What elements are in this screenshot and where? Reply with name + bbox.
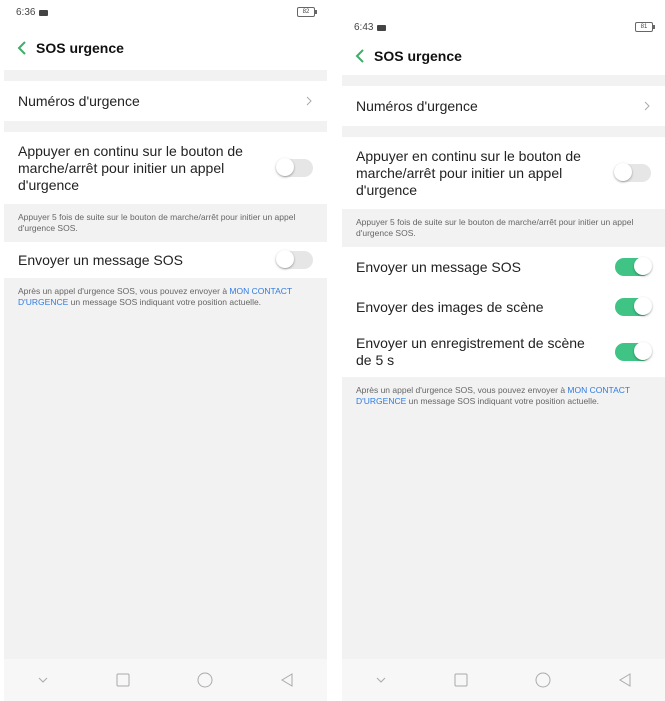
- scene-images-label: Envoyer des images de scène: [356, 298, 544, 315]
- triangle-back-icon[interactable]: [617, 672, 633, 688]
- footer-note-post: un message SOS indiquant votre position …: [68, 297, 262, 307]
- circle-icon[interactable]: [534, 671, 552, 689]
- emergency-numbers-row[interactable]: Numéros d'urgence: [342, 86, 665, 126]
- power-press-toggle[interactable]: [614, 163, 651, 182]
- scene-recording-row[interactable]: Envoyer un enregistrement de scène de 5 …: [342, 327, 665, 377]
- power-press-note: Appuyer 5 fois de suite sur le bouton de…: [356, 217, 634, 238]
- battery-icon: 81: [635, 22, 655, 32]
- toggle-knob: [634, 297, 652, 315]
- battery-icon: 82: [297, 7, 317, 17]
- power-press-toggle[interactable]: [276, 158, 313, 177]
- toggle-knob: [634, 342, 652, 360]
- navigation-bar: [342, 659, 665, 701]
- title-row: SOS urgence: [354, 48, 462, 64]
- square-icon[interactable]: [115, 672, 131, 688]
- emergency-numbers-label: Numéros d'urgence: [356, 97, 478, 114]
- back-arrow-icon[interactable]: [354, 48, 366, 64]
- sos-message-label: Envoyer un message SOS: [356, 258, 521, 275]
- footer-note-post: un message SOS indiquant votre position …: [406, 396, 600, 406]
- left-screen: 6:36 82 SOS urgence Numéros d'urgence Ap…: [4, 0, 327, 701]
- sos-message-toggle[interactable]: [615, 257, 652, 276]
- emergency-numbers-row[interactable]: Numéros d'urgence: [4, 81, 327, 121]
- header: 6:43 81 SOS urgence: [342, 0, 665, 75]
- status-time: 6:43: [354, 22, 374, 33]
- sos-message-row[interactable]: Envoyer un message SOS: [4, 242, 327, 278]
- power-press-row[interactable]: Appuyer en continu sur le bouton de marc…: [342, 137, 665, 209]
- chevron-right-icon: [644, 101, 650, 111]
- footer-note-pre: Après un appel d'urgence SOS, vous pouve…: [18, 286, 230, 296]
- battery-level: 81: [640, 24, 648, 30]
- footer-note: Après un appel d'urgence SOS, vous pouve…: [342, 377, 665, 415]
- navigation-bar: [4, 659, 327, 701]
- back-arrow-icon[interactable]: [16, 40, 28, 56]
- power-press-note: Appuyer 5 fois de suite sur le bouton de…: [18, 212, 296, 233]
- footer-note: Après un appel d'urgence SOS, vous pouve…: [4, 278, 327, 316]
- chevron-down-icon[interactable]: [36, 673, 50, 687]
- status-bar: 6:43: [354, 22, 387, 33]
- sim-icon: [39, 9, 49, 16]
- scene-images-toggle[interactable]: [615, 297, 652, 316]
- toggle-knob: [276, 250, 294, 268]
- footer-note-pre: Après un appel d'urgence SOS, vous pouve…: [356, 385, 568, 395]
- sos-message-toggle[interactable]: [276, 250, 313, 269]
- header: 6:36 82 SOS urgence: [4, 0, 327, 70]
- toggle-knob: [614, 163, 632, 181]
- battery-level: 82: [302, 9, 310, 15]
- triangle-back-icon[interactable]: [279, 672, 295, 688]
- sos-message-row[interactable]: Envoyer un message SOS: [342, 247, 665, 287]
- right-screen: 6:43 81 SOS urgence Numéros d'urgence Ap…: [342, 0, 665, 701]
- status-bar: 6:36: [16, 7, 49, 18]
- sim-icon: [377, 24, 387, 31]
- power-press-label: Appuyer en continu sur le bouton de marc…: [356, 147, 581, 198]
- power-press-row[interactable]: Appuyer en continu sur le bouton de marc…: [4, 132, 327, 204]
- scene-images-row[interactable]: Envoyer des images de scène: [342, 287, 665, 327]
- status-time: 6:36: [16, 7, 36, 18]
- chevron-down-icon[interactable]: [374, 673, 388, 687]
- chevron-right-icon: [306, 96, 312, 106]
- toggle-knob: [276, 158, 294, 176]
- toggle-knob: [634, 257, 652, 275]
- scene-recording-toggle[interactable]: [615, 342, 652, 361]
- emergency-numbers-label: Numéros d'urgence: [18, 92, 140, 109]
- page-title: SOS urgence: [374, 48, 462, 64]
- power-press-label: Appuyer en continu sur le bouton de marc…: [18, 142, 243, 193]
- square-icon[interactable]: [453, 672, 469, 688]
- sos-message-label: Envoyer un message SOS: [18, 251, 183, 268]
- circle-icon[interactable]: [196, 671, 214, 689]
- scene-recording-label: Envoyer un enregistrement de scène de 5 …: [356, 335, 585, 368]
- page-title: SOS urgence: [36, 40, 124, 56]
- title-row: SOS urgence: [16, 40, 124, 56]
